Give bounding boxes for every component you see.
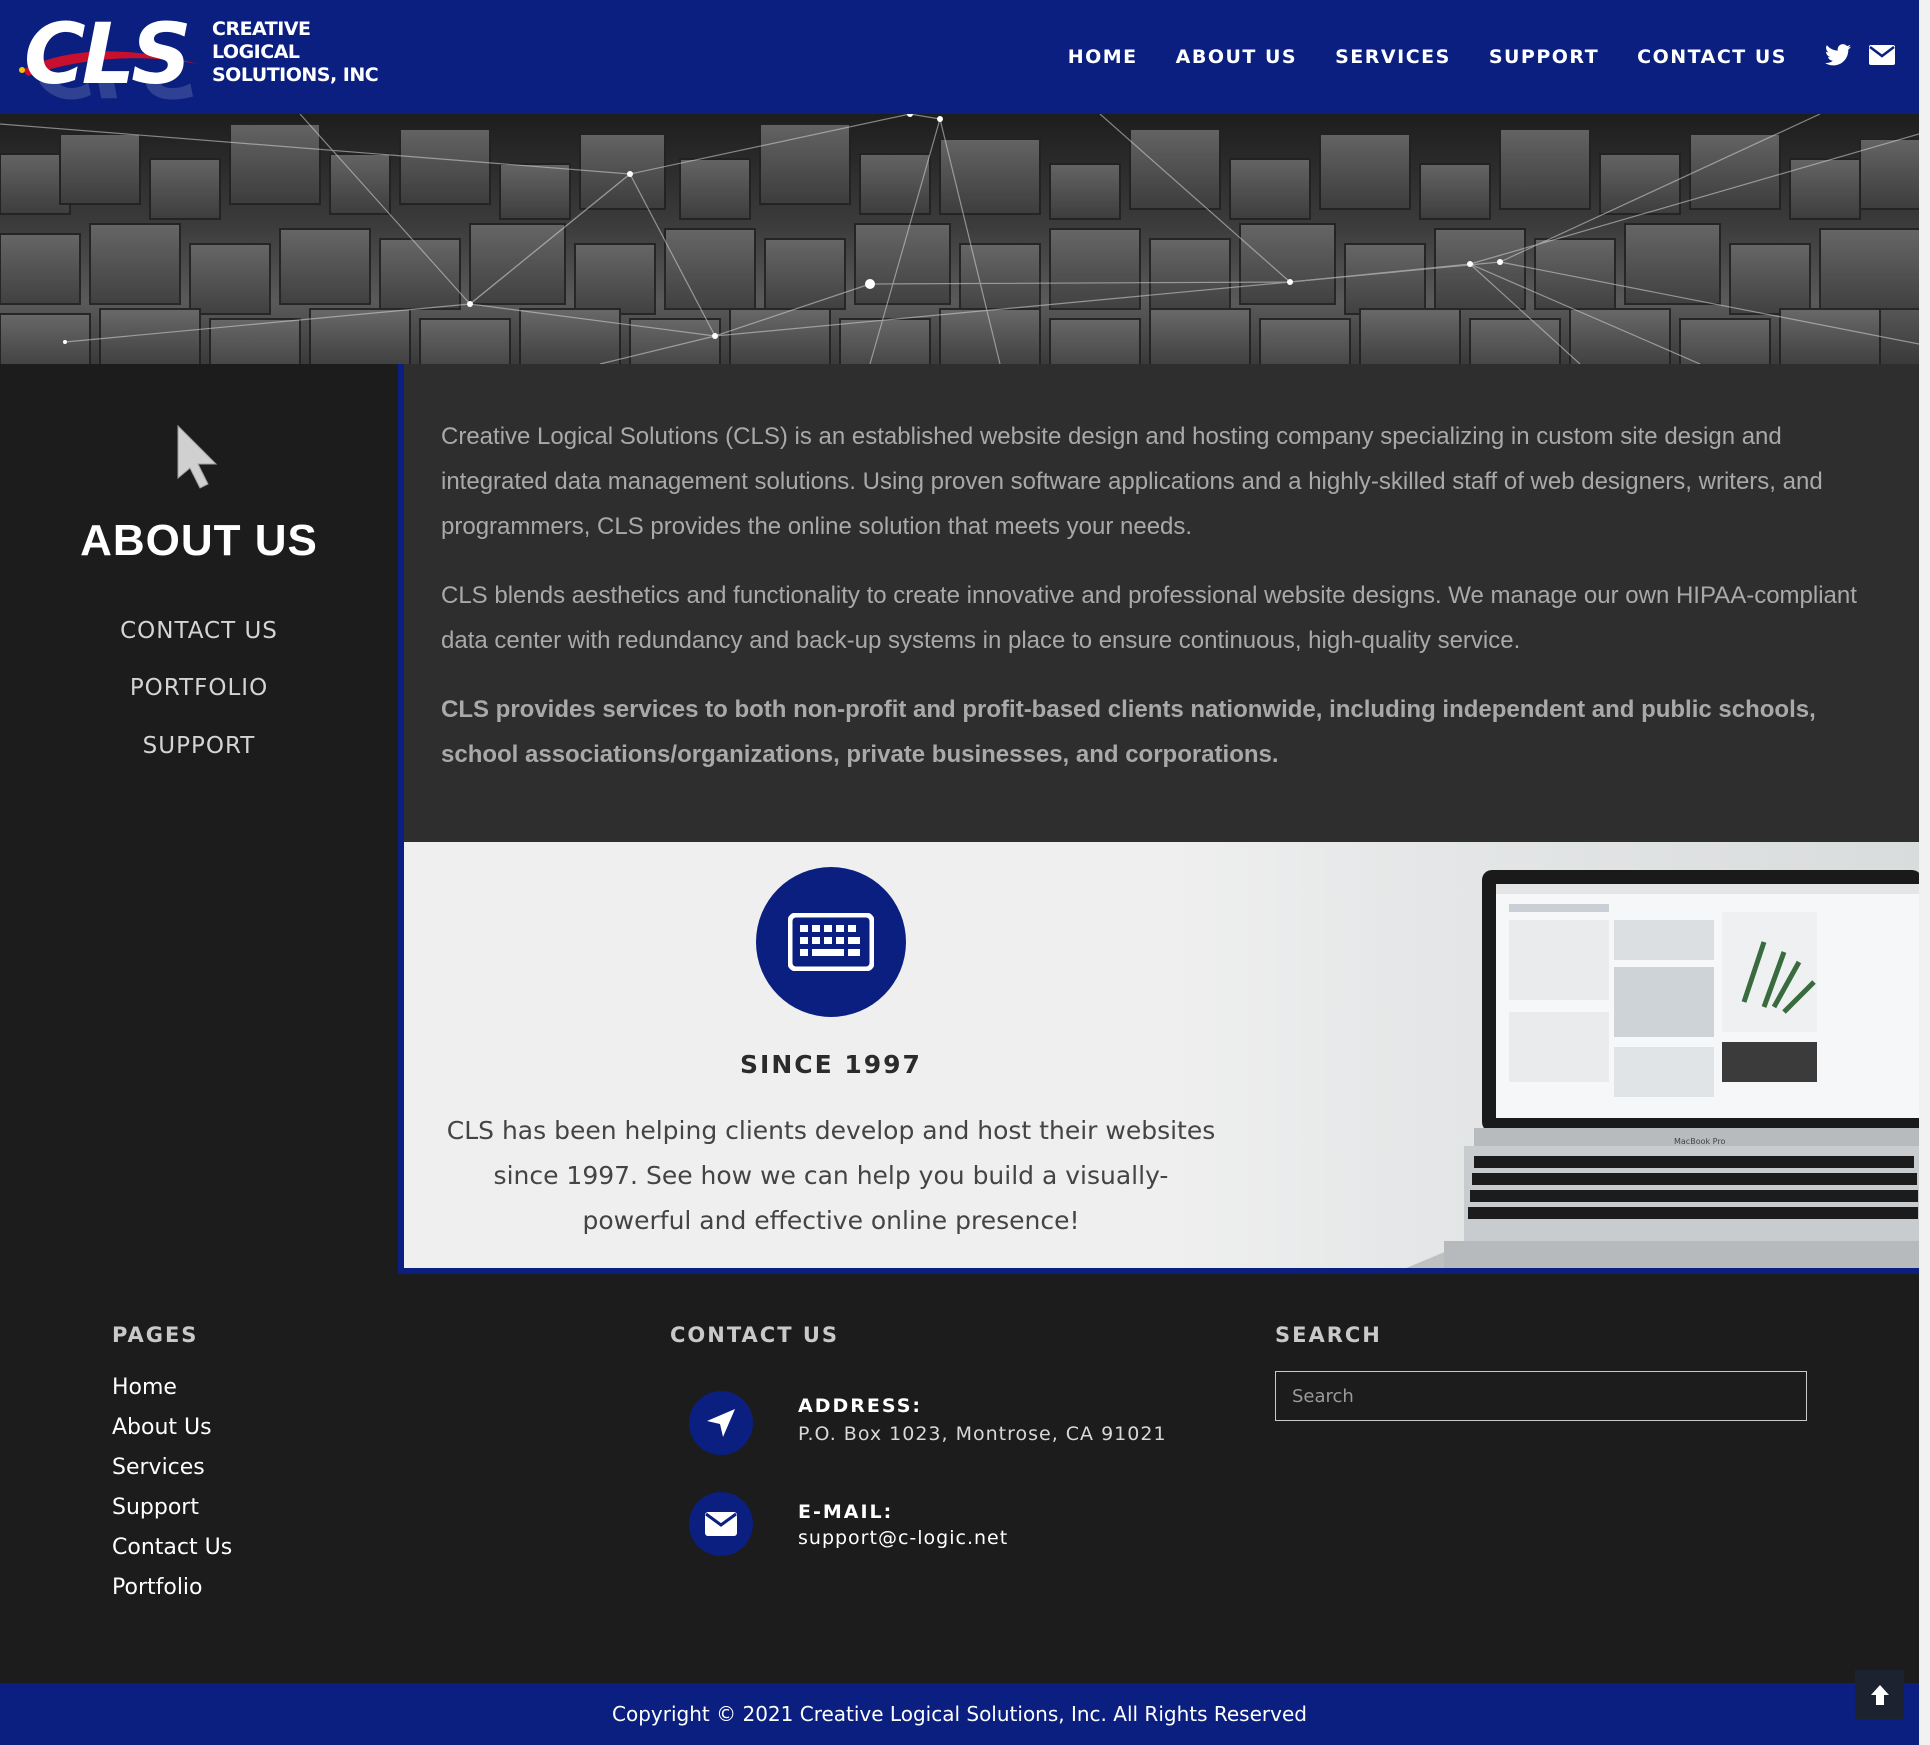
about-paragraph-1: Creative Logical Solutions (CLS) is an e… [441, 423, 1823, 540]
nav-services[interactable]: SERVICES [1335, 46, 1451, 68]
about-paragraph-2: CLS blends aesthetics and functionality … [441, 582, 1857, 654]
address-label: ADDRESS: [798, 1395, 922, 1417]
since-heading: SINCE 1997 [740, 1050, 922, 1079]
sidebar-link-contact-us[interactable]: CONTACT US [0, 618, 398, 644]
footer-contact-heading: CONTACT US [670, 1323, 840, 1347]
cls-logo[interactable]: CLS CLS CREATIVE LOGICAL SOLUTIONS, INC [18, 5, 379, 114]
hero-cubes-graphic [0, 114, 1919, 364]
keyboard-icon [788, 913, 874, 971]
envelope-icon[interactable] [1869, 44, 1895, 70]
site-header: CLS CLS CREATIVE LOGICAL SOLUTIONS, INC … [0, 0, 1919, 114]
email-label: E-MAIL: [798, 1501, 894, 1523]
back-to-top-button[interactable] [1855, 1670, 1904, 1719]
logo-line-2: LOGICAL [212, 41, 300, 63]
nav-about-us[interactable]: ABOUT US [1176, 46, 1297, 68]
footer-search-heading: SEARCH [1275, 1323, 1382, 1347]
address-value: P.O. Box 1023, Montrose, CA 91021 [798, 1423, 1167, 1445]
footer-pages-list: Home About Us Services Support Contact U… [112, 1368, 232, 1608]
since-text: CLS has been helping clients develop and… [446, 1116, 1216, 1235]
cursor-icon [174, 424, 222, 495]
about-content: Creative Logical Solutions (CLS) is an e… [404, 364, 1919, 842]
logo-letters: CLS [24, 5, 192, 103]
footer-link-portfolio[interactable]: Portfolio [112, 1568, 232, 1608]
main-nav: HOME ABOUT US SERVICES SUPPORT CONTACT U… [1068, 0, 1919, 114]
search-input[interactable] [1275, 1371, 1807, 1421]
logo-line-3: SOLUTIONS, INC [212, 64, 379, 86]
arrow-up-icon [1870, 1684, 1889, 1705]
sidebar: ABOUT US CONTACT US PORTFOLIO SUPPORT [0, 364, 398, 1269]
footer-pages-heading: PAGES [112, 1323, 199, 1347]
social-links [1807, 43, 1895, 71]
email-value[interactable]: support@c-logic.net [798, 1527, 1008, 1549]
laptop-brand-label: MacBook Pro [1674, 1137, 1725, 1146]
envelope-icon [689, 1492, 753, 1556]
since-1997-feature: MacBook Pro SINCE 1997 CLS has been help… [404, 842, 1919, 1269]
sidebar-link-portfolio[interactable]: PORTFOLIO [0, 675, 398, 701]
page-scrollbar[interactable] [1919, 0, 1930, 1745]
sidebar-title: ABOUT US [80, 516, 318, 565]
hero-banner [0, 114, 1919, 364]
twitter-icon[interactable] [1825, 43, 1851, 71]
nav-home[interactable]: HOME [1068, 46, 1138, 68]
logo-company-name: CREATIVE LOGICAL SOLUTIONS, INC [212, 18, 382, 87]
about-paragraph-3: CLS provides services to both non-profit… [441, 696, 1816, 768]
footer-link-about-us[interactable]: About Us [112, 1408, 232, 1448]
keyboard-icon-circle [756, 867, 906, 1017]
copyright-text: Copyright © 2021 Creative Logical Soluti… [612, 1702, 1307, 1726]
logo-line-1: CREATIVE [212, 18, 311, 40]
nav-support[interactable]: SUPPORT [1489, 46, 1599, 68]
footer-link-services[interactable]: Services [112, 1448, 232, 1488]
nav-contact-us[interactable]: CONTACT US [1637, 46, 1787, 68]
sidebar-link-support[interactable]: SUPPORT [0, 733, 398, 759]
footer-link-support[interactable]: Support [112, 1488, 232, 1528]
copyright-bar: Copyright © 2021 Creative Logical Soluti… [0, 1683, 1919, 1745]
footer-link-home[interactable]: Home [112, 1368, 232, 1408]
laptop-image: MacBook Pro [1404, 870, 1919, 1269]
location-arrow-icon [689, 1391, 753, 1455]
feature-bottom-border [398, 1268, 1919, 1274]
footer-link-contact-us[interactable]: Contact Us [112, 1528, 232, 1568]
